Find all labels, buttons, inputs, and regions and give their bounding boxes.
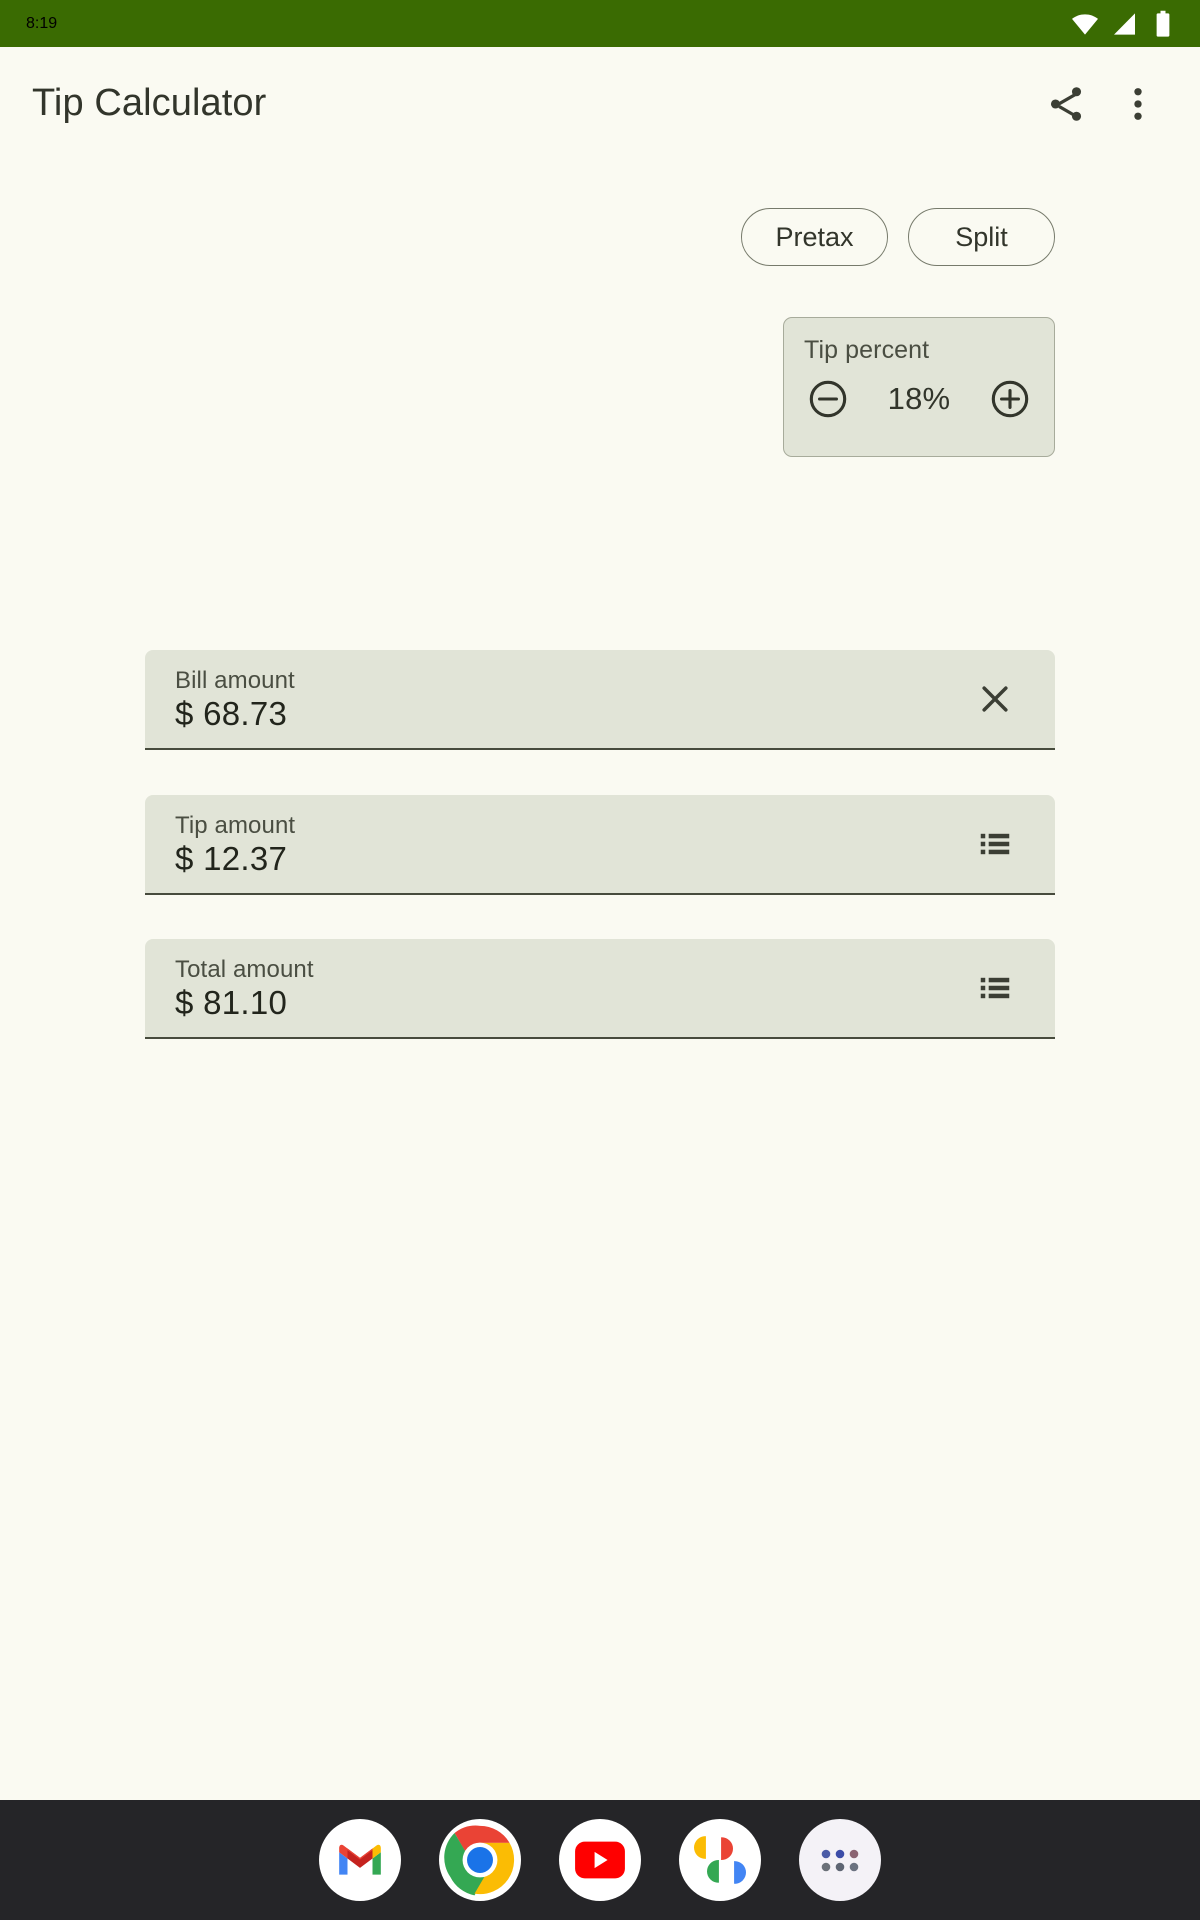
pretax-toggle-button[interactable]: Pretax [741,208,888,266]
split-toggle-button[interactable]: Split [908,208,1055,266]
tip-amount-field[interactable]: Tip amount $ 12.37 [145,795,1055,895]
total-amount-list-button[interactable] [965,958,1025,1018]
app-bar: Tip Calculator [0,47,1200,160]
bill-amount-value: $ 68.73 [175,694,288,732]
total-amount-label: Total amount [175,955,314,983]
tip-amount-label: Tip amount [175,811,296,839]
dock-item-gmail[interactable] [319,1819,401,1901]
youtube-icon [574,1834,626,1886]
share-button[interactable] [1030,68,1102,140]
dock-bar [0,1800,1200,1920]
tip-percent-controls: 18% [804,377,1034,421]
tip-amount-list-button[interactable] [965,814,1025,874]
dock-item-app-drawer[interactable] [799,1819,881,1901]
tip-percent-decrease-button[interactable] [806,377,850,421]
dock-item-chrome[interactable] [439,1819,521,1901]
app-drawer-icon [818,1844,862,1876]
tip-percent-increase-button[interactable] [988,377,1032,421]
google-photos-icon [694,1834,746,1886]
overflow-menu-icon [1117,83,1159,125]
wifi-icon [1070,9,1100,39]
status-bar: 8:19 [0,0,1200,47]
status-bar-icons [1070,9,1176,39]
gmail-icon [335,1835,385,1885]
list-icon [977,826,1013,862]
bill-amount-texts: Bill amount $ 68.73 [175,667,965,732]
overflow-menu-button[interactable] [1102,68,1174,140]
tip-percent-label: Tip percent [804,336,930,364]
main-content: Pretax Split Tip percent 18% Bill amount… [0,160,1200,1800]
total-amount-texts: Total amount $ 81.10 [175,956,965,1021]
status-bar-clock: 8:19 [26,14,58,32]
tip-percent-card: Tip percent 18% [783,317,1055,457]
tip-amount-texts: Tip amount $ 12.37 [175,812,965,877]
page-title: Tip Calculator [32,82,267,124]
total-amount-value: $ 81.10 [175,983,288,1021]
tip-percent-value: 18% [887,381,951,416]
chrome-icon [439,1819,521,1901]
dock-item-youtube[interactable] [559,1819,641,1901]
bill-amount-clear-button[interactable] [965,669,1025,729]
share-icon [1045,83,1087,125]
bill-amount-field[interactable]: Bill amount $ 68.73 [145,650,1055,750]
bill-amount-label: Bill amount [175,666,295,694]
list-icon [977,970,1013,1006]
dock-item-google-photos[interactable] [679,1819,761,1901]
battery-icon [1150,9,1176,39]
toggle-button-row: Pretax Split [741,208,1055,266]
tip-amount-value: $ 12.37 [175,839,288,877]
close-icon [975,679,1015,719]
minus-circle-icon [806,377,850,421]
total-amount-field[interactable]: Total amount $ 81.10 [145,939,1055,1039]
plus-circle-icon [988,377,1032,421]
cellular-signal-icon [1110,9,1140,39]
